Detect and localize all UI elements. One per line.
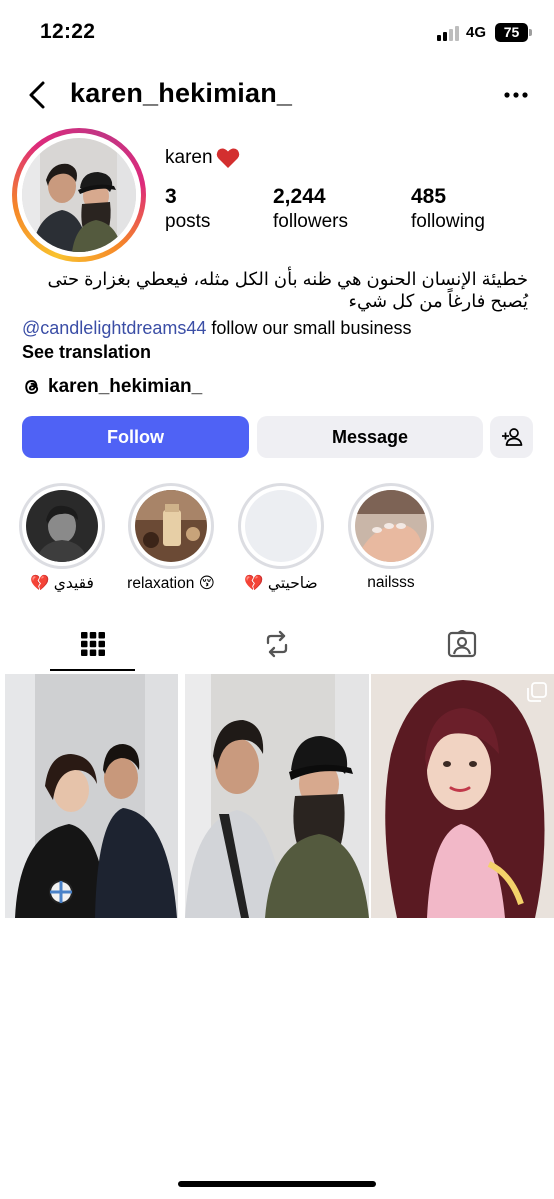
stat-posts-value: 3 [165,185,177,208]
stat-followers[interactable]: 2,244 followers [273,185,348,233]
tab-posts[interactable] [33,616,153,672]
highlight-cover [355,490,427,562]
see-translation-link[interactable]: See translation [22,342,151,363]
stat-followers-value: 2,244 [273,185,326,208]
bio-business-text: follow our small business [206,318,412,338]
stat-following-label: following [411,211,485,232]
bio-arabic-text: خطيئة الإنسان الحنون هي ظنه بأن الكل مثل… [47,269,528,311]
highlight-label: relaxation 😚 [127,575,215,592]
battery-icon: 75 [495,23,528,42]
threads-link[interactable]: karen_hekimian_ [22,376,202,398]
stat-posts-label: posts [165,211,211,232]
highlight-cover [135,490,207,562]
stat-following-value: 485 [411,185,447,208]
display-name: karen [165,147,240,169]
multi-post-icon [527,682,547,702]
suggested-users-button[interactable] [490,416,533,458]
story-highlight[interactable]: 💔 فقيدي [12,483,112,593]
grid-icon [81,632,105,656]
post-thumbnail[interactable] [185,674,369,918]
stat-following[interactable]: 485 following [411,185,485,233]
status-bar: 12:22 4G 75 [0,0,554,66]
tagged-icon [447,630,477,658]
bio-business-line: @candlelightdreams44 follow our small bu… [22,318,411,339]
story-highlight[interactable]: 💔 ضاحيتي [231,483,331,593]
profile-tabs [0,616,554,672]
highlight-label: 💔 ضاحيتي [244,575,318,592]
avatar [22,138,136,252]
threads-handle: karen_hekimian_ [48,376,203,397]
post-thumbnail[interactable] [371,674,554,918]
battery-cap [529,29,532,36]
add-user-icon [501,428,522,446]
stat-posts[interactable]: 3 posts [165,185,210,233]
highlight-cover [245,490,317,562]
story-highlight[interactable]: nailsss [341,483,441,592]
highlight-cover [26,490,98,562]
follow-button[interactable]: Follow [22,416,249,458]
reels-repost-icon [266,630,288,658]
threads-icon [25,379,39,395]
highlight-label: 💔 فقيدي [30,575,94,592]
story-highlight[interactable]: relaxation 😚 [121,483,221,593]
post-thumbnail[interactable] [5,674,178,918]
status-time: 12:22 [40,20,96,43]
posts-grid [5,674,554,918]
story-ring[interactable] [12,128,146,262]
more-options-icon[interactable] [500,83,532,107]
highlight-label: nailsss [367,574,415,591]
bio-mention-link[interactable]: @candlelightdreams44 [22,318,206,338]
bio: خطيئة الإنسان الحنون هي ظنه بأن الكل مثل… [22,268,534,312]
back-chevron-icon[interactable] [22,78,56,112]
active-tab-indicator [50,669,135,671]
red-heart-icon [216,148,239,168]
home-indicator[interactable] [178,1181,376,1187]
header-username: karen_hekimian_ [70,78,293,108]
tab-tagged[interactable] [402,616,522,672]
profile-header: karen_hekimian_ [0,66,554,124]
signal-icon [437,25,461,41]
network-label: 4G [466,24,487,41]
message-button[interactable]: Message [257,416,483,458]
stat-followers-label: followers [273,211,348,232]
tab-reposts[interactable] [217,616,337,672]
